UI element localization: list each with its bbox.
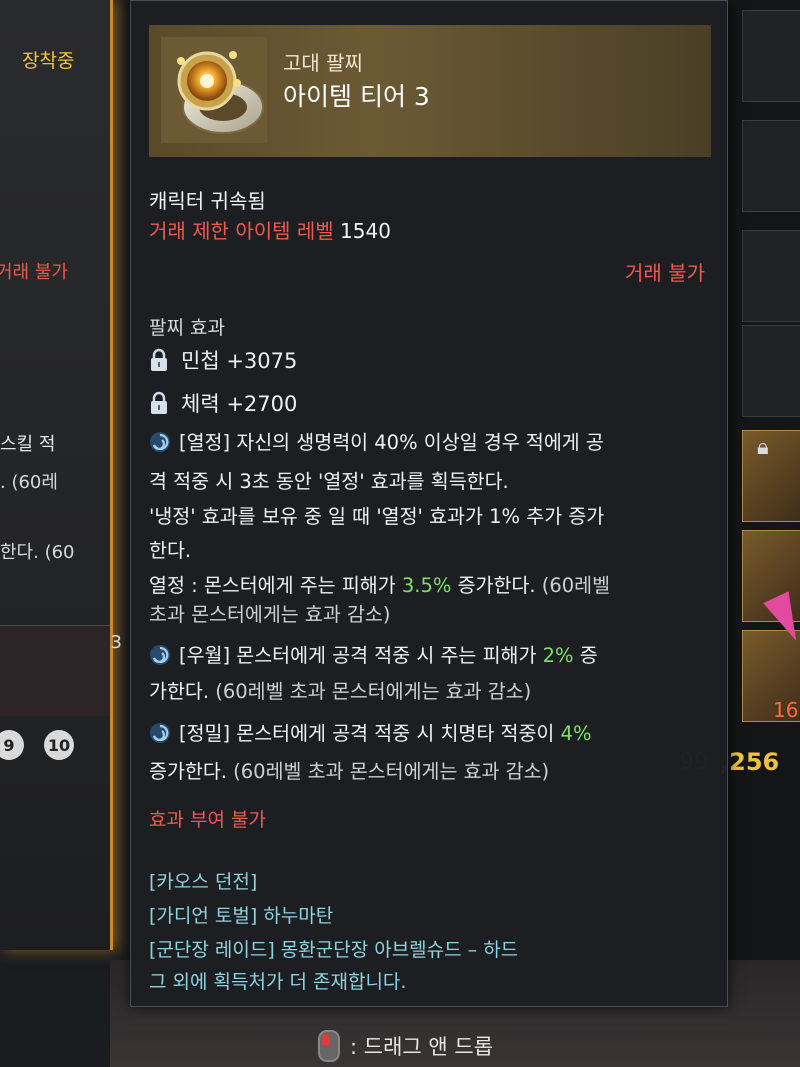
effect-precision-line1: [정밀] 몬스터에게 공격 적중 시 치명타 적중이 4% (149, 719, 715, 748)
trade-restriction: 거래 제한 아이템 레벨 1540 (149, 215, 391, 244)
gold-amount: ,256 (720, 748, 780, 776)
trade-restrict-label: 거래 제한 아이템 레벨 (149, 219, 334, 243)
slot-count: 3 (110, 632, 122, 653)
inventory-slot[interactable] (742, 230, 800, 322)
bracelet-icon (161, 37, 267, 143)
stack-count: 16 (773, 698, 799, 722)
skill-text-fragment: 스킬 적 (0, 434, 56, 455)
swirl-effect-icon (150, 645, 170, 665)
inventory-slot[interactable] (742, 10, 800, 102)
tooltip-header: 고대 팔찌 아이템 티어 3 (149, 25, 711, 157)
effects-title: 팔찌 효과 (149, 317, 225, 339)
lock-icon (151, 391, 167, 414)
equipped-item-panel: 장착중 거래 불가 스킬 적 . (60레 한다. (60 3 (0, 0, 122, 950)
item-tier: 아이템 티어 3 (283, 82, 430, 111)
effect-passion-line4: 한다. (149, 539, 192, 562)
mouse-icon (318, 1030, 340, 1062)
trade-status: 거래 불가 (625, 261, 705, 285)
effect-superiority-line1: [우월] 몬스터에게 공격 적중 시 주는 피해가 2% 증 (149, 641, 715, 670)
effect-passion-line2: 격 적중 시 3초 동안 '열정' 효과를 획득한다. (149, 470, 509, 493)
inventory-slot[interactable] (742, 120, 800, 212)
stat-agility: 민첩 +3075 (149, 345, 297, 375)
level-text-fragment: . (60레 (0, 472, 58, 493)
effect-superiority-line2: 가한다. (60레벨 초과 몬스터에게는 효과 감소) (149, 680, 532, 703)
swirl-effect-icon (150, 432, 170, 452)
drag-hint: : 드래그 앤 드롭 (318, 1030, 493, 1062)
stat-text: 민첩 +3075 (181, 349, 298, 373)
stat-text: 체력 +2700 (181, 392, 298, 416)
untradable-label: 거래 불가 (0, 262, 68, 283)
inventory-slot[interactable] (742, 430, 800, 522)
lock-icon (151, 348, 167, 371)
item-type: 고대 팔찌 (283, 51, 363, 75)
item-tooltip: 고대 팔찌 아이템 티어 3 캐릭터 귀속됨 거래 제한 아이템 레벨 1540… (130, 0, 728, 1007)
effect-passion-line6: 초과 몬스터에게는 효과 감소) (149, 603, 391, 626)
source-legion-raid: [군단장 레이드] 몽환군단장 아브렐슈드 – 하드 (149, 939, 519, 961)
lock-icon: 🔒︎ (757, 435, 769, 460)
source-chaos-dungeon: [카오스 던전] (149, 871, 258, 893)
equipped-label: 장착중 (22, 50, 75, 72)
inventory-slot[interactable] (742, 325, 800, 417)
enchant-status: 효과 부여 불가 (149, 809, 266, 831)
bound-status: 캐릭터 귀속됨 (149, 189, 266, 213)
source-more: 그 외에 획득처가 더 존재합니다. (149, 971, 407, 993)
effect-text-fragment: 한다. (60 (0, 542, 75, 563)
swirl-effect-icon (150, 723, 170, 743)
trade-restrict-level: 1540 (340, 219, 391, 243)
stat-vitality: 체력 +2700 (149, 388, 297, 418)
inventory-slot-row[interactable]: 3 (0, 625, 122, 716)
drag-hint-text: : 드래그 앤 드롭 (350, 1035, 494, 1059)
effect-precision-line2: 증가한다. (60레벨 초과 몬스터에게는 효과 감소) (149, 760, 550, 783)
effect-passion-line5: 열정 : 몬스터에게 주는 피해가 3.5% 증가한다. (60레벨 (149, 574, 611, 597)
effect-passion-line3: '냉정' 효과를 보유 중 일 때 '열정' 효과가 1% 추가 증가 (149, 505, 605, 528)
effect-passion-line1: [열정] 자신의 생명력이 40% 이상일 경우 적에게 공 (149, 428, 715, 457)
slot-number-10[interactable]: 10 (44, 730, 74, 760)
source-guardian-raid: [가디언 토벌] 하누마탄 (149, 905, 334, 927)
